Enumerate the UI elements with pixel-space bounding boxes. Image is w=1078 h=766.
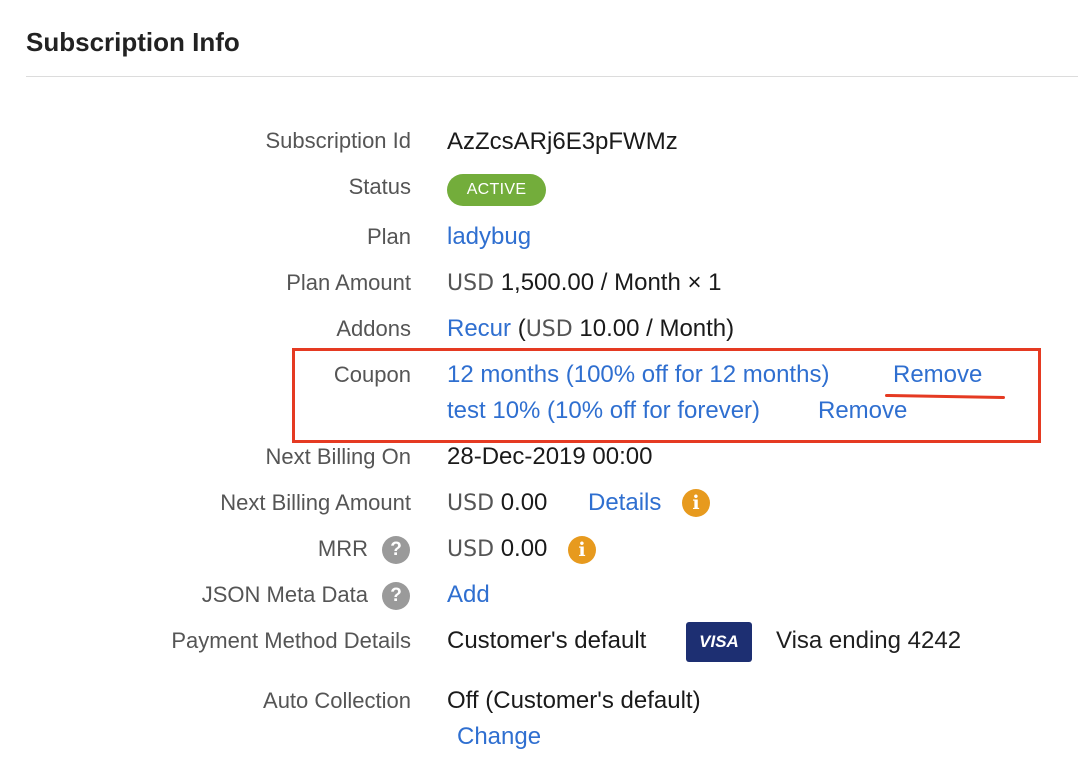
plan-amount-value: USD 1,500.00 / Month × 1 <box>447 269 722 297</box>
plan-amount-text: 1,500.00 / Month × 1 <box>500 269 722 296</box>
addon-open-paren: ( <box>517 315 526 342</box>
status-label: Status <box>348 174 411 199</box>
addons-value: Recur (USD 10.00 / Month) <box>447 315 734 343</box>
next-billing-amount-text: 0.00 <box>500 489 548 516</box>
mrr-value: USD 0.00 <box>447 535 547 563</box>
next-billing-on-value: 28-Dec-2019 00:00 <box>447 443 653 470</box>
plan-link[interactable]: ladybug <box>447 223 531 251</box>
subscription-id-value: AzZcsARj6E3pFWMz <box>447 128 678 155</box>
addons-label: Addons <box>336 316 411 341</box>
plan-label: Plan <box>366 224 411 249</box>
json-meta-label: JSON Meta Data <box>201 582 368 607</box>
subscription-id-label: Subscription Id <box>265 128 411 153</box>
mrr-help-icon[interactable]: ? <box>382 536 410 564</box>
status-badge: ACTIVE <box>447 174 546 206</box>
mrr-label: MRR <box>317 536 368 561</box>
mrr-currency: USD <box>447 537 495 562</box>
auto-collection-value: Off (Customer's default) <box>447 687 701 714</box>
annotation-highlight-box <box>292 348 1041 443</box>
visa-card-icon: VISA <box>686 622 752 662</box>
mrr-info-icon[interactable]: i <box>568 536 596 564</box>
addon-amount: 10.00 / Month) <box>579 315 735 342</box>
plan-amount-label: Plan Amount <box>286 270 411 295</box>
plan-amount-currency: USD <box>447 271 495 296</box>
info-icon[interactable]: i <box>682 489 710 517</box>
next-billing-amount-label: Next Billing Amount <box>220 490 411 515</box>
json-meta-add-link[interactable]: Add <box>447 581 490 609</box>
addon-recur-link[interactable]: Recur <box>447 315 511 342</box>
auto-collection-change-link[interactable]: Change <box>457 723 541 751</box>
next-billing-on-label: Next Billing On <box>265 444 411 469</box>
payment-method-label: Payment Method Details <box>171 628 411 653</box>
addon-currency: USD <box>525 317 573 342</box>
mrr-amount: 0.00 <box>500 535 548 562</box>
payment-method-value: Customer's default <box>447 627 647 654</box>
json-meta-help-icon[interactable]: ? <box>382 582 410 610</box>
next-billing-currency: USD <box>447 491 495 516</box>
next-billing-amount-value: USD 0.00 <box>447 489 547 517</box>
details-link[interactable]: Details <box>588 489 661 517</box>
auto-collection-label: Auto Collection <box>263 688 411 713</box>
card-ending-text: Visa ending 4242 <box>776 627 962 654</box>
title-divider <box>26 76 1078 77</box>
section-title: Subscription Info <box>26 27 240 57</box>
